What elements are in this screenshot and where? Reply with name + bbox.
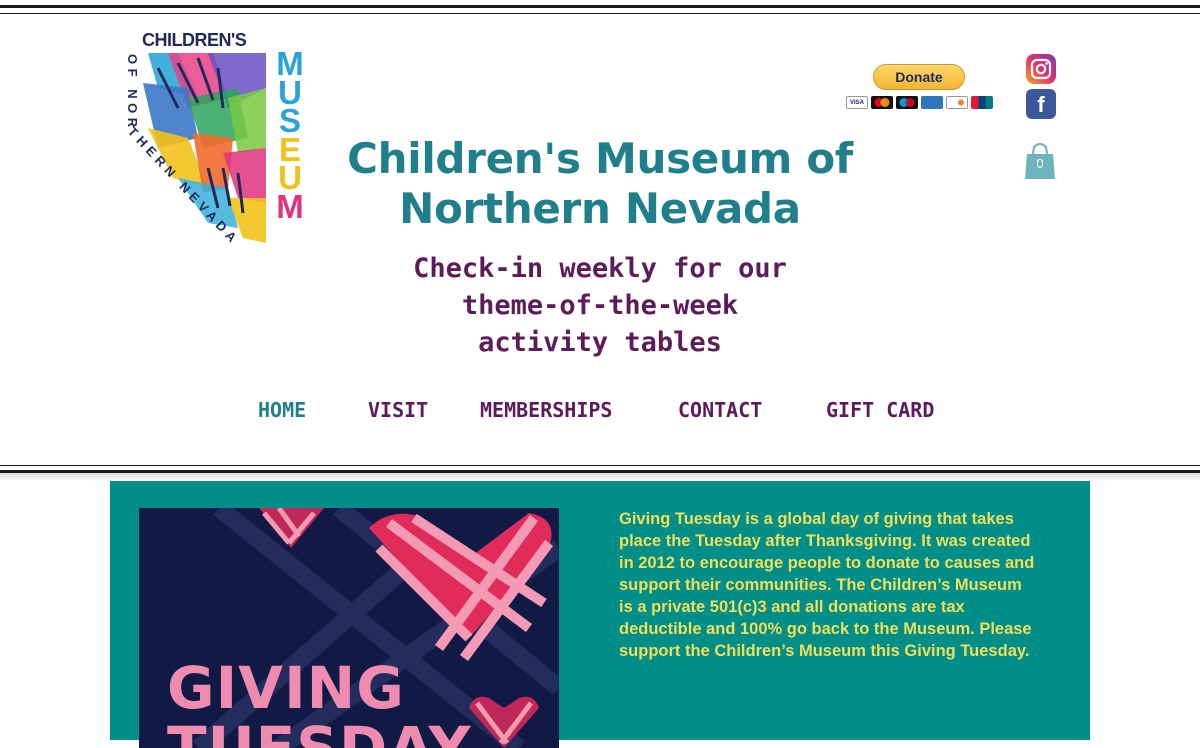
nav-visit[interactable]: VISIT [368,398,428,422]
header-shadow [0,473,1200,481]
nav-gift-card[interactable]: GIFT CARD [826,398,934,422]
visa-card-icon: VISA [846,96,868,109]
payment-cards: VISA [846,96,993,109]
nav-home[interactable]: HOME [258,398,306,422]
giving-tuesday-heading: GIVING TUESDAY [167,658,472,748]
tagline: Check-in weekly for our theme-of-the-wee… [360,250,840,361]
unionpay-card-icon [971,96,993,109]
site-title-line2: Northern Nevada [399,184,801,233]
amex-card-icon [921,96,943,109]
nav-contact[interactable]: CONTACT [678,398,762,422]
giving-tuesday-section: GIVING TUESDAY Giving Tuesday is a globa… [110,481,1090,748]
tuesday-text: TUESDAY [167,714,472,748]
logo-side-text: OF NORTHERN NEVADA [125,54,243,248]
facebook-icon[interactable]: f [1026,89,1056,119]
svg-text:OF NORTHERN NEVADA: OF NORTHERN NEVADA [125,54,243,248]
tagline-line3: activity tables [478,327,722,358]
tagline-line2: theme-of-the-week [461,290,739,321]
header-bottom-border-thin [0,465,1200,466]
discover-card-icon [946,96,968,109]
giving-tuesday-image[interactable]: GIVING TUESDAY [139,508,559,748]
tagline-line1: Check-in weekly for our [413,253,787,284]
donate-button[interactable]: Donate [873,64,965,90]
instagram-icon[interactable] [1026,54,1056,84]
maestro-card-icon [896,96,918,109]
nav-memberships[interactable]: MEMBERSHIPS [480,398,612,422]
cart-count: 0 [1036,156,1044,171]
giving-tuesday-description: Giving Tuesday is a global day of giving… [619,510,1035,660]
mastercard-icon [871,96,893,109]
paypal-donate-widget: Donate VISA [846,64,994,112]
header-top-border-thin [0,13,1200,14]
giving-text: GIVING [167,654,405,722]
museum-logo[interactable]: CHILDREN'S OF NORTHERN NEVADA MUSEUM [118,28,313,260]
site-title: Children's Museum of Northern Nevada [300,134,900,234]
shopping-bag-icon[interactable]: 0 [1024,142,1056,180]
header-top-border [0,5,1200,8]
site-title-line1: Children's Museum of [347,134,853,183]
